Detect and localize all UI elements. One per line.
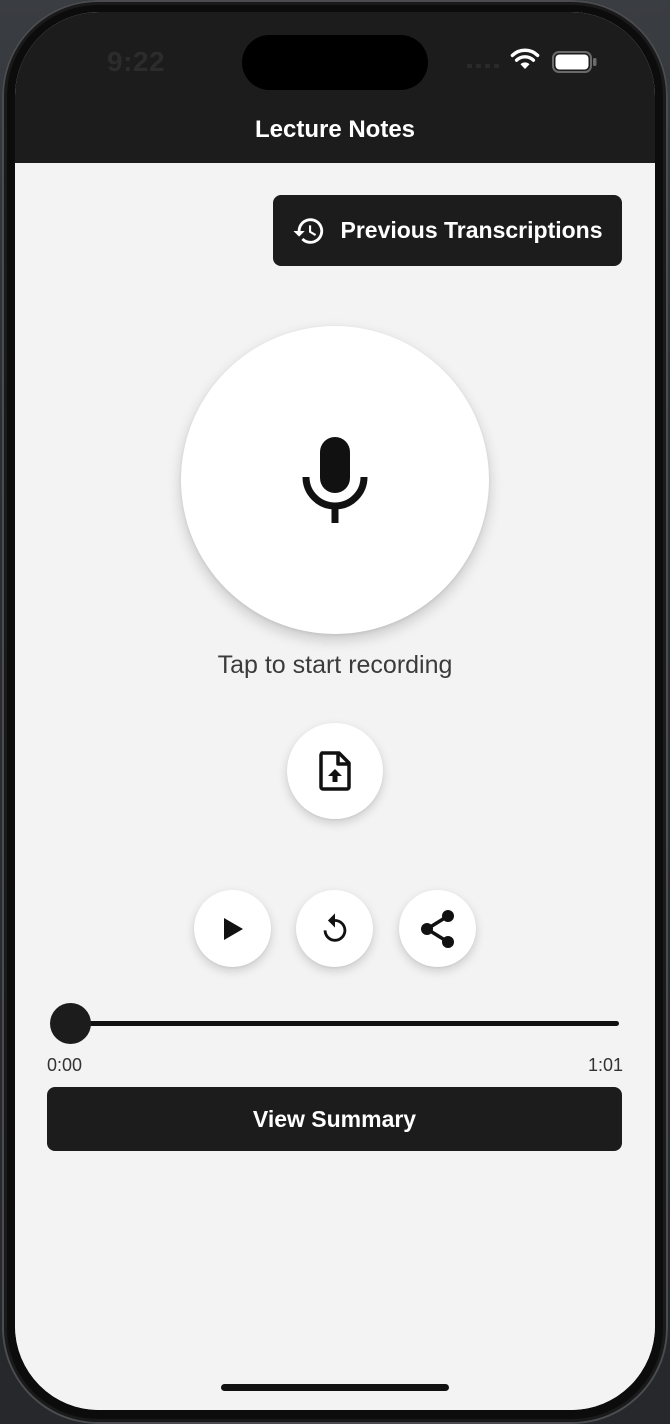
play-button[interactable] (194, 890, 271, 967)
status-time: 9:22 (107, 46, 166, 77)
recording-hint: Tap to start recording (217, 651, 453, 679)
current-time: 0:00 (47, 1055, 83, 1075)
phone-frame: 9:22 Lecture Notes Previous Transcriptio… (2, 0, 668, 1424)
page-title: Lecture Notes (254, 116, 416, 143)
cellular-signal-icon (467, 64, 499, 68)
view-summary-label: View Summary (252, 1105, 417, 1132)
battery-icon (552, 51, 597, 73)
previous-transcriptions-button[interactable]: Previous Transcriptions (273, 195, 622, 266)
record-button[interactable] (181, 326, 489, 634)
view-summary-button[interactable]: View Summary (47, 1087, 622, 1151)
home-indicator[interactable] (221, 1384, 449, 1391)
rotate-left-icon (323, 912, 346, 942)
status-bar: 9:22 (15, 12, 655, 112)
playback-slider-track[interactable] (53, 1021, 619, 1026)
main-content: Previous Transcriptions Tap to start rec… (15, 163, 655, 1410)
previous-transcriptions-label: Previous Transcriptions (340, 217, 603, 243)
share-button[interactable] (399, 890, 476, 967)
phone-screen: 9:22 Lecture Notes Previous Transcriptio… (15, 12, 655, 1410)
navigation-bar: Lecture Notes (15, 112, 655, 163)
microphone-icon (302, 437, 368, 523)
dynamic-island (242, 35, 428, 90)
file-upload-icon (319, 751, 351, 791)
wifi-icon (510, 48, 540, 69)
playback-slider-thumb[interactable] (50, 1003, 91, 1044)
reset-button[interactable] (296, 890, 373, 967)
share-icon (420, 909, 454, 948)
history-icon (293, 217, 324, 244)
upload-file-button[interactable] (287, 723, 383, 819)
play-icon (223, 917, 243, 940)
duration: 1:01 (588, 1055, 624, 1075)
